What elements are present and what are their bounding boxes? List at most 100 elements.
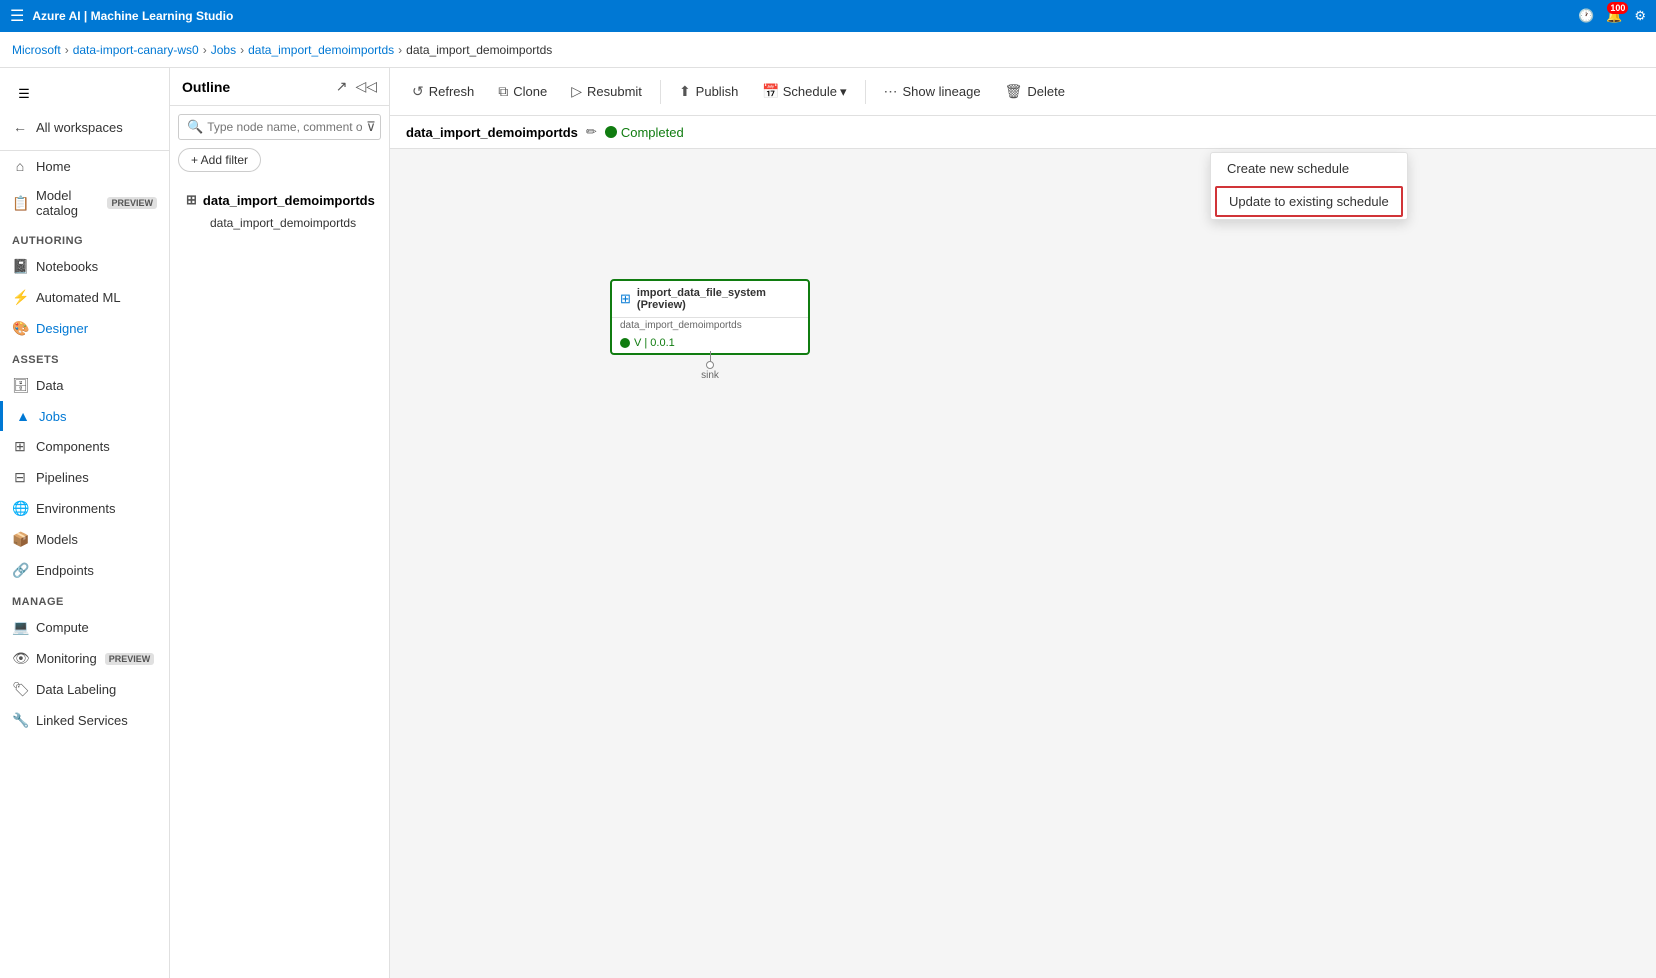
dropdown-update-existing-schedule[interactable]: Update to existing schedule <box>1215 186 1403 217</box>
filter-icon[interactable]: ⊽ <box>366 119 376 135</box>
publish-icon: ⬆ <box>679 83 691 100</box>
settings-icon[interactable]: ⚙ <box>1634 8 1646 24</box>
show-lineage-button[interactable]: ⋯ Show lineage <box>874 78 991 105</box>
sidebar-item-home[interactable]: ⌂ Home <box>0 151 169 181</box>
clone-button[interactable]: ⧉ Clone <box>488 78 557 105</box>
sidebar-item-environments[interactable]: 🌐 Environments <box>0 493 169 524</box>
sidebar-menu-btn[interactable]: ☰ <box>8 78 40 110</box>
edit-icon[interactable]: ✏ <box>586 124 597 140</box>
job-header: data_import_demoimportds ✏ Completed <box>390 116 1656 149</box>
sidebar-item-notebooks[interactable]: 📓 Notebooks <box>0 251 169 282</box>
topbar-right: 🕐 🔔 100 ⚙ <box>1578 8 1646 24</box>
topbar-left: ☰ Azure AI | Machine Learning Studio <box>10 6 233 26</box>
manage-section-label: Manage <box>0 586 169 612</box>
tree-root-icon: ⊞ <box>186 192 197 208</box>
main-area: ↺ Refresh ⧉ Clone ▷ Resubmit ⬆ Publish 📅… <box>390 68 1656 978</box>
notification-bell[interactable]: 🔔 100 <box>1606 8 1622 24</box>
sidebar-item-jobs[interactable]: ▲ Jobs <box>0 401 169 431</box>
publish-button[interactable]: ⬆ Publish <box>669 78 748 105</box>
sidebar-item-pipelines[interactable]: ⊟ Pipelines <box>0 462 169 493</box>
sidebar-item-monitoring[interactable]: 👁 Monitoring PREVIEW <box>0 643 169 674</box>
outline-tree: ⊞ data_import_demoimportds data_import_d… <box>170 180 389 242</box>
node-connector <box>706 351 714 369</box>
sidebar-item-linked-services[interactable]: 🔧 Linked Services <box>0 705 169 736</box>
tree-root-item[interactable]: ⊞ data_import_demoimportds <box>178 188 381 212</box>
environments-icon: 🌐 <box>12 500 28 517</box>
clock-icon[interactable]: 🕐 <box>1578 8 1594 24</box>
sidebar-item-components[interactable]: ⊞ Components <box>0 431 169 462</box>
sidebar-item-data[interactable]: 🗄 Data <box>0 370 169 401</box>
node-status: V | 0.0.1 <box>612 333 808 353</box>
toolbar-separator-2 <box>865 80 866 104</box>
outline-title: Outline <box>182 79 230 95</box>
outline-collapse-icon[interactable]: ◁◁ <box>355 78 377 95</box>
canvas[interactable]: ⊞ import_data_file_system (Preview) data… <box>390 149 1656 978</box>
search-icon: 🔍 <box>187 119 203 135</box>
schedule-dropdown-chevron: ▾ <box>840 84 847 100</box>
add-filter-button[interactable]: + Add filter <box>178 148 261 172</box>
sidebar-item-designer[interactable]: 🎨 Designer <box>0 313 169 344</box>
outline-search-box[interactable]: 🔍 ⊽ <box>178 114 381 140</box>
notification-count: 100 <box>1607 2 1628 14</box>
automated-ml-icon: ⚡ <box>12 289 28 306</box>
app-layout: ☰ ← All workspaces ⌂ Home 📋 Model catalo… <box>0 68 1656 978</box>
sidebar-item-endpoints[interactable]: 🔗 Endpoints <box>0 555 169 586</box>
node-title-block: import_data_file_system (Preview) <box>637 287 800 311</box>
toolbar-separator-1 <box>660 80 661 104</box>
job-status-badge: Completed <box>605 125 684 140</box>
pipelines-icon: ⊟ <box>12 469 28 486</box>
dropdown-create-new-schedule[interactable]: Create new schedule <box>1211 153 1407 184</box>
outline-header: Outline ↗ ◁◁ <box>170 68 389 106</box>
resubmit-button[interactable]: ▷ Resubmit <box>561 78 652 105</box>
home-icon: ⌂ <box>12 158 28 174</box>
sidebar-item-data-labeling[interactable]: 🏷 Data Labeling <box>0 674 169 705</box>
sidebar-item-automated-ml[interactable]: ⚡ Automated ML <box>0 282 169 313</box>
sidebar-item-back[interactable]: ← All workspaces <box>0 112 169 142</box>
sidebar: ☰ ← All workspaces ⌂ Home 📋 Model catalo… <box>0 68 170 978</box>
delete-icon: 🗑 <box>1005 83 1023 100</box>
data-labeling-icon: 🏷 <box>12 681 28 698</box>
menu-icon[interactable]: ☰ <box>10 6 24 26</box>
model-catalog-icon: 📋 <box>12 195 28 212</box>
delete-button[interactable]: 🗑 Delete <box>995 78 1075 105</box>
topbar: ☰ Azure AI | Machine Learning Studio 🕐 🔔… <box>0 0 1656 32</box>
monitoring-icon: 👁 <box>12 650 28 667</box>
schedule-button[interactable]: 📅 Schedule ▾ <box>752 78 856 105</box>
breadcrumb-jobs[interactable]: Jobs <box>211 43 236 57</box>
authoring-section-label: Authoring <box>0 225 169 251</box>
sidebar-item-models[interactable]: 📦 Models <box>0 524 169 555</box>
outline-export-icon[interactable]: ↗ <box>336 78 348 95</box>
assets-section-label: Assets <box>0 344 169 370</box>
connector-circle <box>706 361 714 369</box>
toolbar: ↺ Refresh ⧉ Clone ▷ Resubmit ⬆ Publish 📅… <box>390 68 1656 116</box>
back-icon: ← <box>12 119 28 135</box>
app-title: Azure AI | Machine Learning Studio <box>32 9 233 23</box>
sidebar-item-model-catalog[interactable]: 📋 Model catalog PREVIEW <box>0 181 169 225</box>
linked-services-icon: 🔧 <box>12 712 28 729</box>
breadcrumb-workspace[interactable]: data-import-canary-ws0 <box>73 43 199 57</box>
outline-panel: Outline ↗ ◁◁ 🔍 ⊽ + Add filter ⊞ data_imp… <box>170 68 390 978</box>
sidebar-item-compute[interactable]: 💻 Compute <box>0 612 169 643</box>
status-dot <box>605 126 617 138</box>
schedule-dropdown-menu: Create new schedule Update to existing s… <box>1210 152 1408 220</box>
pipeline-node[interactable]: ⊞ import_data_file_system (Preview) data… <box>610 279 810 355</box>
refresh-icon: ↺ <box>412 83 424 100</box>
breadcrumb-job-parent[interactable]: data_import_demoimportds <box>248 43 394 57</box>
sidebar-top: ☰ ← All workspaces <box>0 68 169 151</box>
jobs-icon: ▲ <box>15 408 31 424</box>
node-label: sink <box>701 370 719 381</box>
node-title: import_data_file_system (Preview) <box>637 287 800 311</box>
search-input[interactable] <box>207 120 362 134</box>
resubmit-icon: ▷ <box>571 83 582 100</box>
refresh-button[interactable]: ↺ Refresh <box>402 78 484 105</box>
compute-icon: 💻 <box>12 619 28 636</box>
components-icon: ⊞ <box>12 438 28 455</box>
node-status-dot <box>620 338 630 348</box>
data-icon: 🗄 <box>12 377 28 394</box>
breadcrumb-microsoft[interactable]: Microsoft <box>12 43 61 57</box>
endpoints-icon: 🔗 <box>12 562 28 579</box>
node-icon: ⊞ <box>620 291 631 307</box>
tree-child-item[interactable]: data_import_demoimportds <box>178 212 381 234</box>
job-name: data_import_demoimportds <box>406 125 578 140</box>
lineage-icon: ⋯ <box>884 83 898 100</box>
